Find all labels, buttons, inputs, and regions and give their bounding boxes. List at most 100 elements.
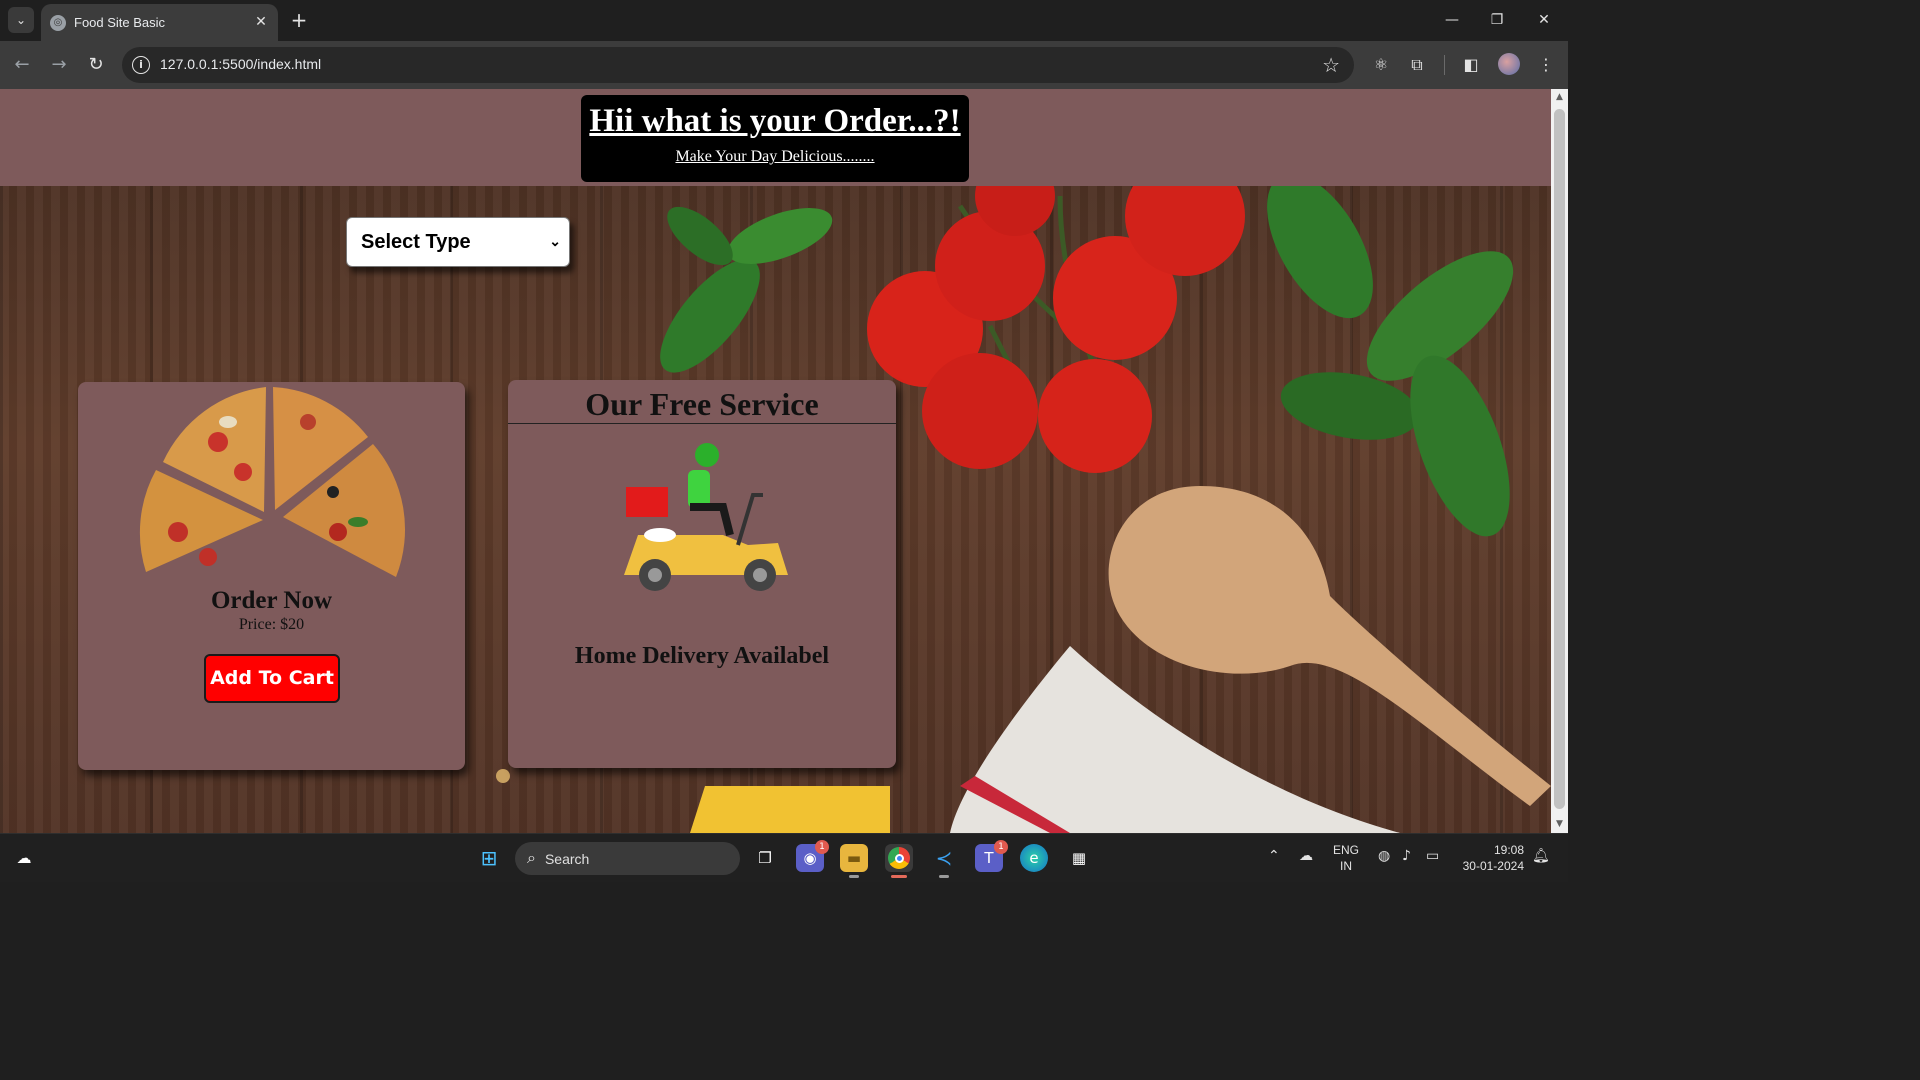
search-icon: ⌕ (527, 849, 536, 867)
windows-start-icon[interactable]: ⊞ (475, 844, 503, 872)
page-title: Hii what is your Order...?! (589, 103, 961, 139)
taskbar-search[interactable]: ⌕ Search (515, 842, 740, 875)
type-select[interactable]: Select Type ⌄ (346, 217, 570, 267)
order-price: Price: $20 (238, 616, 305, 633)
teams-icon[interactable]: T1 (975, 840, 1008, 872)
rider-legs (690, 503, 734, 536)
chevron-up-icon[interactable]: ⌃ (1268, 848, 1280, 864)
task-view-icon[interactable]: ❐ (751, 844, 779, 872)
chrome-center (894, 853, 904, 863)
tomato (922, 353, 1038, 469)
chat-badge: 1 (815, 840, 829, 854)
chevron-down-icon: ⌄ (549, 233, 561, 249)
clock-date: 30-01-2024 (1462, 859, 1524, 873)
menu-kebab-icon[interactable]: ⋮ (1534, 53, 1558, 77)
wheel-hub (648, 568, 662, 582)
wheel-hub (753, 568, 767, 582)
toolbar-divider (1444, 55, 1445, 75)
back-button[interactable]: ← (10, 53, 34, 77)
spaghetti (690, 786, 890, 833)
tomato (1038, 359, 1152, 473)
service-divider (508, 423, 896, 424)
pepperoni (234, 463, 252, 481)
minimize-button[interactable]: — (1440, 8, 1464, 32)
language-region: IN (1340, 859, 1352, 873)
network-icon[interactable]: ◍ (1378, 848, 1390, 864)
battery-icon[interactable]: ▭ (1426, 848, 1439, 864)
page-scrollbar[interactable]: ▲ ▼ (1551, 89, 1568, 833)
store-icon[interactable]: ▦ (1065, 844, 1093, 872)
notification-bell-icon[interactable]: 🔔︎ (1532, 848, 1550, 864)
peppercorn (496, 769, 510, 783)
scroll-thumb[interactable] (1554, 109, 1565, 809)
add-to-cart-button[interactable]: Add To Cart (204, 654, 340, 703)
chrome-logo (888, 847, 910, 869)
volume-icon[interactable]: ♪ (1402, 848, 1411, 864)
language-code: ENG (1333, 843, 1360, 857)
delivery-box (626, 487, 668, 517)
side-panel-icon[interactable]: ◧ (1459, 53, 1483, 77)
active-indicator (849, 875, 859, 878)
active-indicator (939, 875, 949, 878)
close-tab-icon[interactable]: ✕ (252, 13, 270, 31)
rider-shirt (688, 470, 710, 508)
address-bar[interactable]: i 127.0.0.1:5500/index.html ☆ (122, 47, 1354, 83)
chrome-icon[interactable] (885, 844, 913, 878)
windows-taskbar: ☁ ⊞ ⌕ Search ❐ ◉ 1 ▬ ≺ T1 e ▦ ⌃ ☁ ENG IN … (0, 833, 1568, 882)
browser-tab-bar: ⌄ ◎ Food Site Basic ✕ + — ❐ ✕ (0, 0, 1568, 41)
pizza-icon (139, 387, 406, 577)
service-subtitle: Home Delivery Availabel (574, 643, 830, 669)
edge-icon[interactable]: e (1020, 844, 1048, 872)
scooter-handle (736, 493, 763, 546)
service-card: Our Free Service Home Delivery Availabel (508, 380, 896, 768)
basil-leaf (660, 259, 760, 373)
globe-icon: ◎ (50, 14, 66, 31)
bookmark-star-icon[interactable]: ☆ (1322, 53, 1340, 77)
url-text[interactable]: 127.0.0.1:5500/index.html (160, 56, 321, 72)
extensions-puzzle-icon[interactable]: ⧉ (1405, 53, 1429, 77)
scroll-down-arrow-icon[interactable]: ▼ (1551, 816, 1568, 833)
hero-box: Hii what is your Order...?! Make Your Da… (581, 95, 969, 182)
language-indicator[interactable]: ENG IN (1333, 842, 1359, 874)
tab-title: Food Site Basic (74, 15, 166, 30)
basil-topping (348, 517, 368, 527)
teams-badge: 1 (994, 840, 1008, 854)
file-explorer-icon[interactable]: ▬ (840, 844, 868, 878)
site-info-icon[interactable]: i (132, 56, 150, 74)
select-value: Select Type (361, 230, 471, 253)
pepperoni (199, 548, 217, 566)
page-viewport: Hii what is your Order...?! Make Your Da… (0, 89, 1551, 833)
clock-time: 19:08 (1493, 843, 1524, 857)
onedrive-icon[interactable]: ☁ (1299, 848, 1313, 864)
chat-icon[interactable]: ◉ 1 (796, 840, 829, 872)
forward-button[interactable]: → (47, 53, 71, 77)
browser-tab[interactable]: ◎ Food Site Basic ✕ (41, 4, 278, 41)
service-title: Our Free Service (585, 386, 819, 422)
mushroom (219, 416, 237, 428)
taskbar-search-label: Search (544, 850, 590, 867)
scooter-logo (644, 528, 676, 542)
close-window-button[interactable]: ✕ (1532, 8, 1556, 32)
clock[interactable]: 19:08 30-01-2024 (1458, 842, 1524, 874)
active-indicator (891, 875, 907, 878)
pepperoni (168, 522, 188, 542)
order-card: Order Now Price: $20 Add To Cart (78, 382, 465, 770)
restore-button[interactable]: ❐ (1485, 8, 1509, 32)
vscode-icon[interactable]: ≺ (930, 844, 958, 878)
weather-icon[interactable]: ☁ (10, 844, 38, 872)
pepperoni (329, 523, 347, 541)
pepperoni (208, 432, 228, 452)
olive (327, 486, 339, 498)
reload-button[interactable]: ↻ (84, 53, 108, 77)
order-title: Order Now (210, 587, 333, 614)
basil-leaf (667, 206, 733, 266)
page-subtitle: Make Your Day Delicious........ (675, 148, 875, 165)
page-header: Hii what is your Order...?! Make Your Da… (0, 89, 1551, 186)
browser-toolbar: ← → ↻ i 127.0.0.1:5500/index.html ☆ ⚛ ⧉ … (0, 41, 1568, 89)
scroll-up-arrow-icon[interactable]: ▲ (1551, 89, 1568, 106)
tab-search-button[interactable]: ⌄ (8, 7, 34, 33)
profile-avatar[interactable] (1498, 53, 1520, 75)
delivery-scooter-icon (624, 443, 788, 591)
new-tab-button[interactable]: + (288, 9, 310, 31)
extension-atom-icon[interactable]: ⚛ (1369, 53, 1393, 77)
